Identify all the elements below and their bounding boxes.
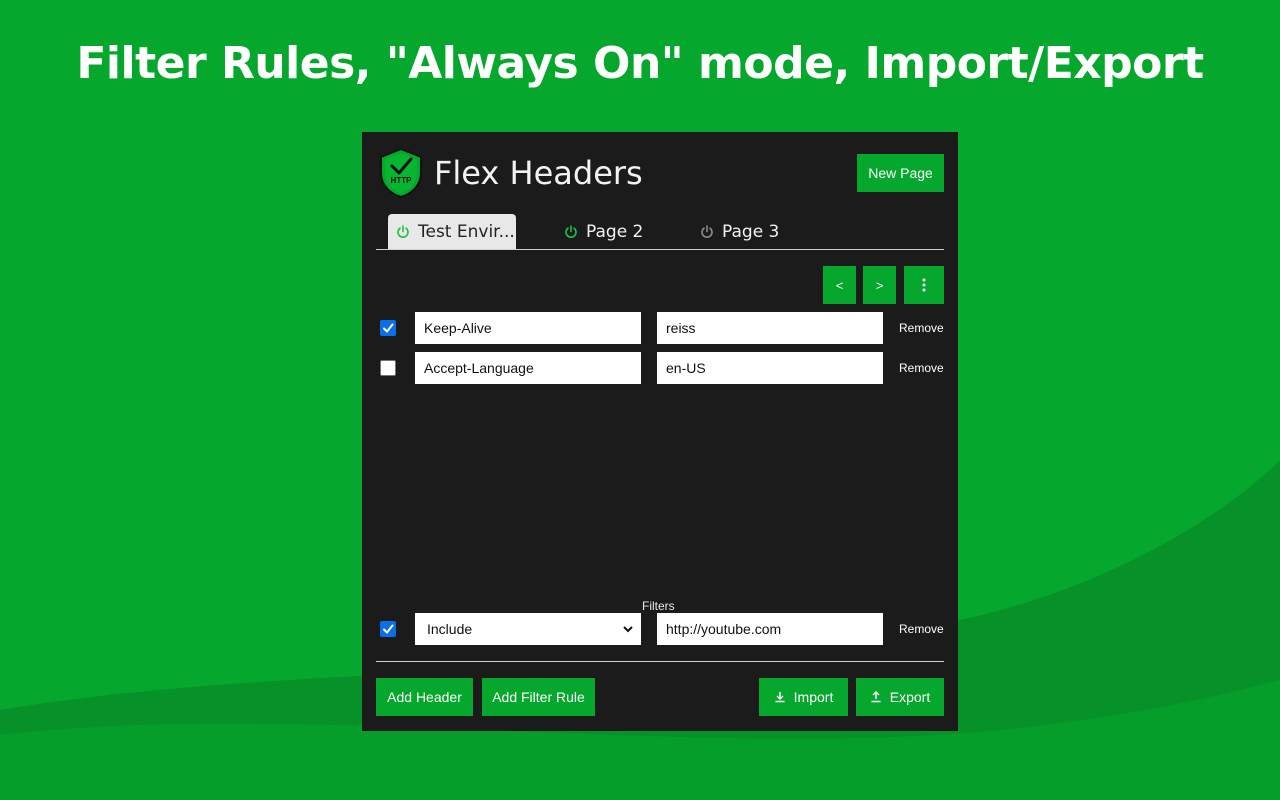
app-title: Flex Headers <box>434 154 643 192</box>
export-button[interactable]: Export <box>856 678 944 716</box>
download-icon <box>775 692 785 703</box>
import-label: Import <box>793 689 834 705</box>
filter-mode-value: Include <box>427 621 473 637</box>
power-on-icon <box>565 224 577 238</box>
filters-label: Filters <box>642 599 675 613</box>
filter-enabled-checkbox[interactable] <box>380 621 396 637</box>
header-value-input[interactable]: reiss <box>657 312 883 344</box>
header-name-input[interactable]: Accept-Language <box>415 352 641 384</box>
tab-test-environment[interactable]: Test Envir... <box>388 214 516 249</box>
checkmark-icon <box>383 323 394 333</box>
remove-filter-button[interactable]: Remove <box>899 622 944 636</box>
checkmark-icon <box>383 624 394 634</box>
more-menu-button[interactable] <box>904 266 944 304</box>
upload-icon <box>871 691 881 703</box>
next-page-button[interactable]: > <box>863 266 896 304</box>
extension-panel: HTTP Flex Headers New Page Test Envir...… <box>362 132 958 731</box>
chevron-down-icon <box>623 626 633 633</box>
kebab-icon <box>922 278 926 292</box>
power-off-icon <box>701 224 713 238</box>
filter-pattern-input[interactable]: http://youtube.com <box>657 613 883 645</box>
page-headline: Filter Rules, "Always On" mode, Import/E… <box>76 38 1204 89</box>
tab-page-2[interactable]: Page 2 <box>556 214 656 249</box>
tab-label: Page 3 <box>722 221 780 242</box>
tab-page-3[interactable]: Page 3 <box>692 214 792 249</box>
power-on-icon <box>397 224 409 238</box>
add-filter-rule-button[interactable]: Add Filter Rule <box>482 678 595 716</box>
page-tabs: Test Envir... Page 2 Page 3 <box>376 214 944 250</box>
export-label: Export <box>889 689 931 705</box>
filter-mode-select[interactable]: Include <box>415 613 641 645</box>
import-button[interactable]: Import <box>759 678 848 716</box>
remove-header-button[interactable]: Remove <box>899 321 944 335</box>
tab-label: Test Envir... <box>418 221 515 242</box>
footer-divider <box>376 661 944 662</box>
header-enabled-checkbox[interactable] <box>380 360 396 376</box>
tab-label: Page 2 <box>586 221 644 242</box>
svg-text:HTTP: HTTP <box>391 176 413 185</box>
header-name-input[interactable]: Keep-Alive <box>415 312 641 344</box>
header-enabled-checkbox[interactable] <box>380 320 396 336</box>
header-value-input[interactable]: en-US <box>657 352 883 384</box>
add-header-button[interactable]: Add Header <box>376 678 473 716</box>
new-page-button[interactable]: New Page <box>857 154 944 192</box>
remove-header-button[interactable]: Remove <box>899 361 944 375</box>
shield-logo-icon: HTTP <box>380 147 422 199</box>
previous-page-button[interactable]: < <box>823 266 856 304</box>
